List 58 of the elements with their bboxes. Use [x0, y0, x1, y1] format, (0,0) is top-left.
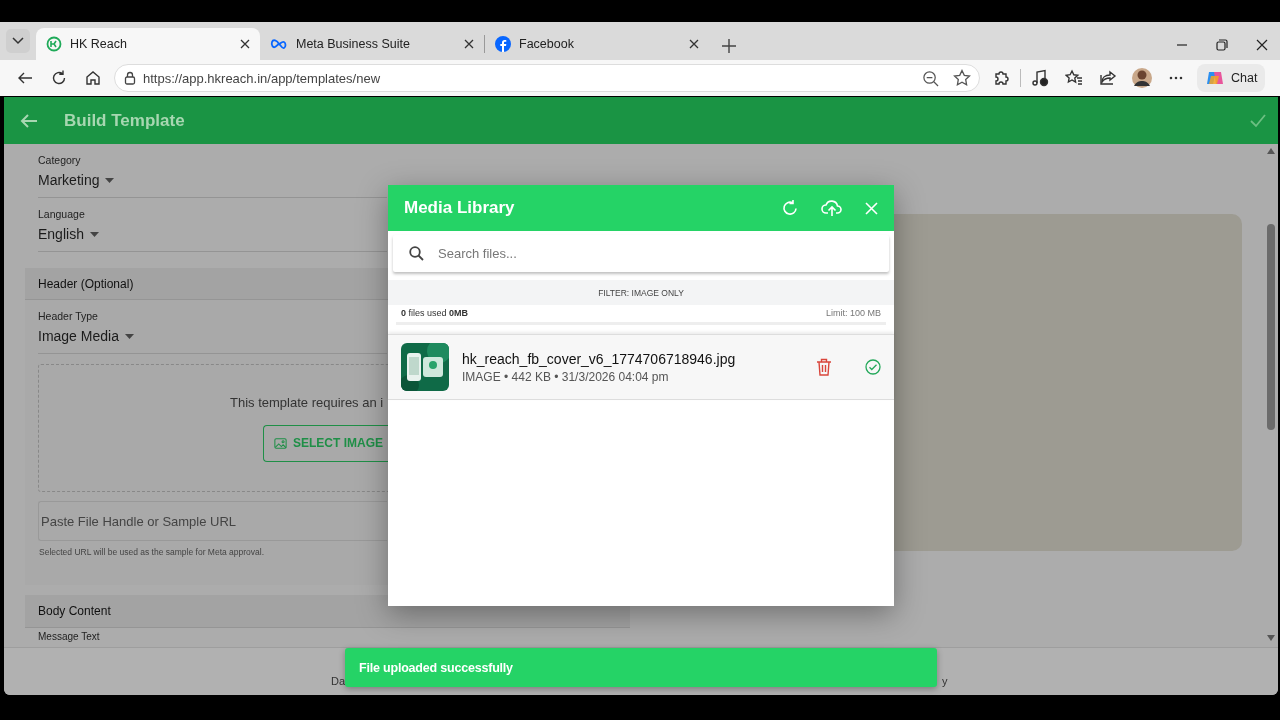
file-name: hk_reach_fb_cover_v6_1774706718946.jpg	[462, 350, 737, 367]
file-row[interactable]: hk_reach_fb_cover_v6_1774706718946.jpg IMAGE • 442 KB • 31/3/2026 04:04 pm	[388, 335, 894, 400]
helper-text: Selected URL will be used as the sample for Meta approval.	[39, 547, 266, 557]
page-title: Build Template	[64, 110, 186, 131]
reload-icon[interactable]	[50, 69, 68, 87]
music-note-icon[interactable]	[1031, 69, 1049, 87]
scroll-up-icon[interactable]	[1267, 148, 1275, 154]
dialog-title: Media Library	[404, 198, 516, 218]
share-icon[interactable]	[1099, 69, 1117, 87]
browser-tab[interactable]: Facebook	[485, 28, 709, 60]
chevron-down-icon	[12, 37, 24, 45]
check-circle-icon[interactable]	[865, 359, 881, 375]
tab-list-button[interactable]	[6, 29, 30, 53]
browser-tab[interactable]: HK Reach	[36, 28, 260, 60]
restore-icon[interactable]	[1216, 39, 1228, 51]
storage-limit: Limit: 100 MB	[825, 308, 881, 318]
puzzle-icon[interactable]	[992, 69, 1010, 87]
infinity-logo-icon	[270, 38, 288, 50]
dropdown[interactable]: English	[38, 226, 387, 252]
field-label: Language	[38, 208, 85, 220]
field-label: Category	[38, 154, 81, 166]
dropdown[interactable]: Marketing	[38, 172, 387, 198]
storage-usage: 0 files used 0MB	[401, 308, 469, 318]
avatar-icon[interactable]	[1132, 67, 1152, 89]
favorites-icon[interactable]	[1065, 69, 1083, 87]
chat-button[interactable]: Chat	[1197, 64, 1266, 92]
footer-text: y	[942, 675, 948, 687]
zoom-out-icon[interactable]	[922, 69, 939, 87]
url-input-field[interactable]: Paste File Handle or Sample URL	[38, 501, 387, 541]
address-bar[interactable]: https://app.hkreach.in/app/templates/new	[114, 64, 980, 92]
close-icon[interactable]	[464, 39, 474, 49]
image-icon	[274, 436, 287, 450]
file-details: IMAGE • 442 KB • 31/3/2026 04:04 pm	[462, 369, 670, 384]
lock-icon	[123, 71, 137, 85]
trash-icon[interactable]	[816, 358, 832, 376]
close-icon[interactable]	[1256, 39, 1268, 51]
close-icon[interactable]	[689, 39, 699, 49]
close-icon[interactable]	[240, 39, 250, 49]
upload-prompt: This template requires an i	[230, 394, 384, 410]
dropdown-caret-icon	[89, 231, 99, 237]
f-logo-icon	[495, 36, 511, 52]
search-icon	[409, 246, 424, 261]
star-icon[interactable]	[953, 69, 971, 87]
field-label: Header Type	[38, 310, 98, 322]
new-tab-icon[interactable]	[721, 38, 737, 54]
dropdown-caret-icon	[105, 177, 115, 183]
field-label: Message Text	[38, 631, 100, 642]
home-icon[interactable]	[84, 69, 102, 87]
scroll-down-icon[interactable]	[1267, 635, 1275, 641]
search-field[interactable]: Search files...	[393, 235, 889, 272]
toast-message: File uploaded successfully	[359, 660, 513, 675]
checkmark-icon[interactable]	[1250, 113, 1266, 128]
dropdown-caret-icon	[124, 333, 134, 339]
footer-text: Da	[331, 675, 346, 687]
scrollbar-thumb[interactable]	[1267, 224, 1275, 430]
browser-tab[interactable]: Meta Business Suite	[260, 28, 484, 60]
hk-logo-icon	[46, 36, 62, 52]
dropdown[interactable]: Image Media	[38, 328, 387, 354]
